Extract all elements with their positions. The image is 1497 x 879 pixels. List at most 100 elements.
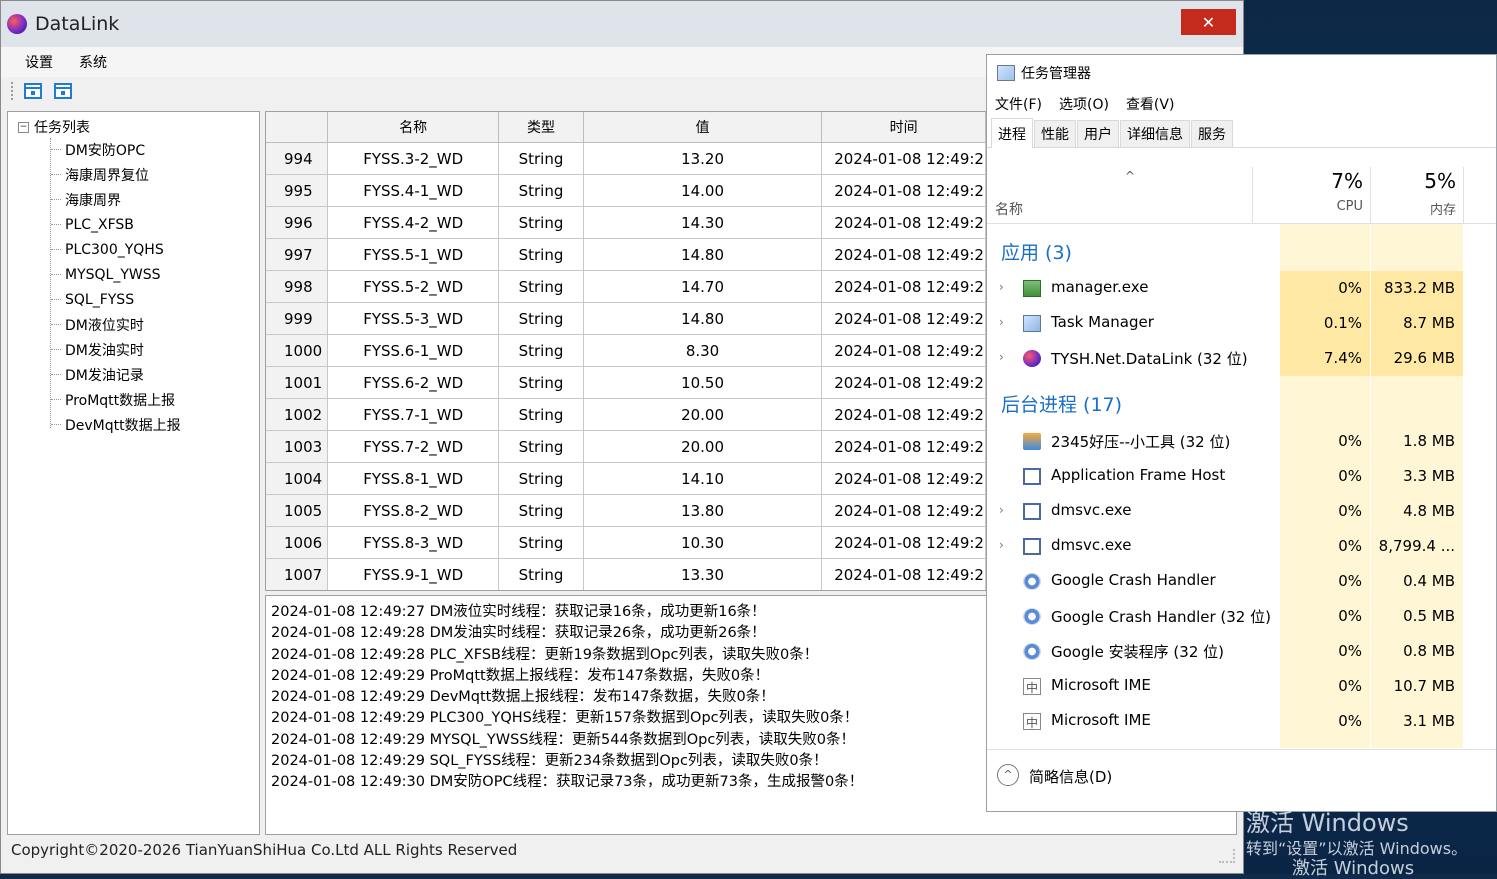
row-header[interactable]: 1005 (266, 494, 329, 527)
row-header[interactable]: 999 (266, 302, 329, 335)
table-row[interactable]: 997 FYSS.5-1_WD String 14.80 2024-01-08 12:4… (266, 238, 986, 271)
process-row[interactable]: Microsoft IME 0% 3.1 MB (987, 704, 1463, 739)
cell-time[interactable]: 2024-01-08 12:49:2 (821, 526, 986, 559)
table-row[interactable]: 1002 FYSS.7-1_WD String 20.00 2024-01-08 12:… (266, 398, 986, 431)
row-header[interactable]: 1006 (266, 526, 329, 559)
tm-menu-file[interactable]: 文件(F) (995, 94, 1042, 114)
grid-header-type[interactable]: 类型 (498, 112, 584, 143)
cell-time[interactable]: 2024-01-08 12:49:2 (821, 302, 986, 335)
tree-node[interactable]: DM发油记录 (51, 362, 144, 387)
cell-value[interactable]: 14.30 (583, 206, 823, 239)
tm-menu-options[interactable]: 选项(O) (1059, 94, 1109, 114)
table-row[interactable]: ▸1008FYSS.9-2_WDString11.202024-01-08 12… (266, 591, 986, 592)
cell-time[interactable]: 2024-01-08 12:49:2 (821, 430, 986, 463)
process-row[interactable]: 2345好压--小工具 (32 位) 0% 1.8 MB (987, 424, 1463, 459)
tree-node[interactable]: PLC_XFSB (51, 212, 134, 237)
expand-chevron-icon[interactable]: › (999, 315, 1004, 329)
cell-type[interactable]: String (498, 398, 584, 431)
row-header[interactable]: ▸1008 (266, 591, 328, 592)
expand-chevron-icon[interactable]: › (999, 538, 1004, 552)
cell-type[interactable]: String (498, 430, 584, 463)
process-row[interactable]: › manager.exe 0% 833.2 MB (987, 271, 1463, 306)
cell-value[interactable]: 20.00 (583, 398, 823, 431)
tree-node[interactable]: PLC300_YQHS (51, 237, 164, 262)
table-row[interactable]: 1006 FYSS.8-3_WD String 10.30 2024-01-08 12:… (266, 526, 986, 559)
tab-details[interactable]: 详细信息 (1120, 120, 1190, 147)
cell-name[interactable]: FYSS.4-1_WD (327, 174, 500, 207)
cell-type[interactable]: String (498, 142, 584, 175)
cell-name[interactable]: FYSS.7-1_WD (327, 398, 500, 431)
cell-type[interactable]: String (498, 494, 584, 527)
grid-header-value[interactable]: 值 (583, 112, 823, 143)
cell-value[interactable]: 10.30 (583, 526, 823, 559)
cell-time[interactable]: 2024-01-08 12:49:2 (821, 398, 986, 431)
table-row[interactable]: 999 FYSS.5-3_WD String 14.80 2024-01-08 12:4… (266, 302, 986, 335)
row-header[interactable]: 1003 (266, 430, 329, 463)
cell-value[interactable]: 20.00 (583, 430, 823, 463)
cell-type[interactable]: String (498, 174, 584, 207)
cell-time[interactable]: 2024-01-08 12:49:2 (821, 494, 986, 527)
expand-chevron-icon[interactable]: › (999, 280, 1004, 294)
process-row[interactable]: › dmsvc.exe 0% 4.8 MB (987, 494, 1463, 529)
table-row[interactable]: 994 FYSS.3-2_WD String 13.20 2024-01-08 12:4… (266, 142, 986, 175)
grid-header-name[interactable]: 名称 (327, 112, 500, 143)
table-row[interactable]: 1005 FYSS.8-2_WD String 13.80 2024-01-08 12:… (266, 494, 986, 527)
process-row[interactable]: Application Frame Host 0% 3.3 MB (987, 459, 1463, 494)
tree-node[interactable]: DM安防OPC (51, 137, 145, 162)
tm-menu-view[interactable]: 查看(V) (1126, 94, 1175, 114)
cell-type[interactable]: String (498, 334, 584, 367)
cell-name[interactable]: FYSS.7-2_WD (327, 430, 500, 463)
cell-name[interactable]: FYSS.9-2_WD (328, 591, 499, 592)
tree-node[interactable]: DM液位实时 (51, 312, 144, 337)
cell-time[interactable]: 2024-01-08 12:49:2 (821, 174, 986, 207)
cell-name[interactable]: FYSS.6-1_WD (327, 334, 500, 367)
cell-value[interactable]: 8.30 (583, 334, 823, 367)
grid-header-time[interactable]: 时间 (821, 112, 986, 143)
cell-time[interactable]: 2024-01-08 12:49:2 (821, 142, 986, 175)
close-button[interactable]: ✕ (1181, 9, 1236, 35)
cpu-total[interactable]: 7% (1283, 169, 1363, 193)
cell-type[interactable]: String (498, 302, 584, 335)
cell-value[interactable]: 11.20 (583, 591, 821, 592)
cell-value[interactable]: 14.70 (583, 270, 823, 303)
tab-services[interactable]: 服务 (1191, 120, 1233, 147)
cell-value[interactable]: 14.80 (583, 238, 823, 271)
group-apps[interactable]: 应用 (3) (1001, 238, 1072, 265)
title-bar[interactable]: DataLink ✕ (1, 1, 1243, 47)
cell-time[interactable]: 2024-01-08 12:49:2 (821, 462, 986, 495)
expand-chevron-icon[interactable]: › (999, 503, 1004, 517)
tree-node[interactable]: DM发油实时 (51, 337, 144, 362)
tree-node[interactable]: SQL_FYSS (51, 287, 134, 312)
cell-type[interactable]: String (498, 206, 584, 239)
cell-name[interactable]: FYSS.5-1_WD (327, 238, 500, 271)
cell-name[interactable]: FYSS.4-2_WD (327, 206, 500, 239)
row-header[interactable]: 995 (266, 174, 329, 207)
table-row[interactable]: 1003 FYSS.7-2_WD String 20.00 2024-01-08 12:… (266, 430, 986, 463)
memory-total[interactable]: 5% (1376, 169, 1456, 193)
process-row[interactable]: Google Crash Handler 0% 0.4 MB (987, 564, 1463, 599)
cell-name[interactable]: FYSS.5-2_WD (327, 270, 500, 303)
row-header[interactable]: 994 (266, 142, 329, 175)
cell-time[interactable]: 2024-01-08 12:49:2 (822, 591, 986, 592)
column-name[interactable]: 名称 (995, 199, 1023, 219)
resize-grip-icon[interactable] (1219, 849, 1235, 863)
cell-time[interactable]: 2024-01-08 12:49:2 (821, 558, 986, 590)
cell-value[interactable]: 13.80 (583, 494, 823, 527)
process-row[interactable]: › dmsvc.exe 0% 8,799.4 ... (987, 529, 1463, 564)
cell-name[interactable]: FYSS.8-2_WD (327, 494, 500, 527)
tm-title-bar[interactable]: 任务管理器 (987, 55, 1496, 91)
data-grid[interactable]: 名称 类型 值 时间 994 FYSS.3-2_WD String 13.20 2024… (265, 111, 987, 591)
tab-users[interactable]: 用户 (1077, 120, 1119, 147)
table-row[interactable]: 1004 FYSS.8-1_WD String 14.10 2024-01-08 12:… (266, 462, 986, 495)
table-row[interactable]: 995 FYSS.4-1_WD String 14.00 2024-01-08 12:4… (266, 174, 986, 207)
table-row[interactable]: 996 FYSS.4-2_WD String 14.30 2024-01-08 12:4… (266, 206, 986, 239)
row-header[interactable]: 1000 (266, 334, 329, 367)
cell-name[interactable]: FYSS.3-2_WD (327, 142, 500, 175)
cell-time[interactable]: 2024-01-08 12:49:2 (821, 270, 986, 303)
cell-value[interactable]: 10.50 (583, 366, 823, 399)
collapse-icon[interactable]: − (18, 121, 29, 133)
row-header[interactable]: 996 (266, 206, 329, 239)
fewer-details-link[interactable]: 简略信息(D) (1029, 766, 1112, 787)
cell-time[interactable]: 2024-01-08 12:49:2 (821, 206, 986, 239)
cell-name[interactable]: FYSS.9-1_WD (327, 558, 500, 590)
